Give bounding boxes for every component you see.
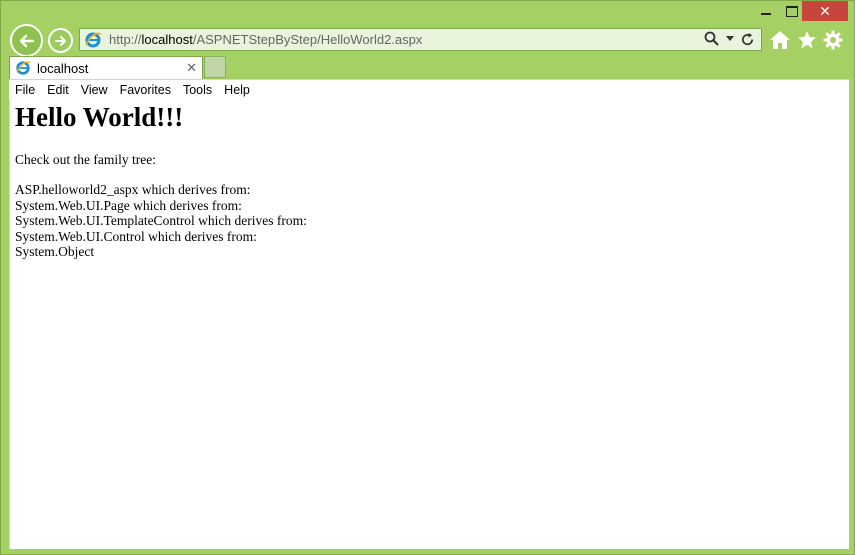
tab-ie-logo-icon bbox=[16, 61, 31, 75]
ie-logo-icon bbox=[85, 32, 102, 47]
star-icon[interactable] bbox=[797, 30, 817, 50]
menu-bar: File Edit View Favorites Tools Help bbox=[9, 79, 849, 101]
close-tab-icon[interactable]: ✕ bbox=[186, 60, 197, 76]
search-icon[interactable] bbox=[704, 31, 720, 47]
menu-view[interactable]: View bbox=[75, 83, 114, 97]
tree-line: System.Web.UI.TemplateControl which deri… bbox=[15, 213, 307, 228]
tab-title: localhost bbox=[37, 60, 89, 76]
menu-tools[interactable]: Tools bbox=[177, 83, 218, 97]
menu-file[interactable]: File bbox=[9, 83, 41, 97]
family-tree: ASP.helloworld2_aspx which derives from:… bbox=[15, 182, 307, 260]
refresh-icon[interactable] bbox=[740, 32, 755, 47]
home-icon[interactable] bbox=[769, 30, 791, 50]
minimize-button[interactable] bbox=[755, 1, 777, 21]
forward-arrow-icon bbox=[54, 35, 66, 46]
page-content: Hello World!!! Check out the family tree… bbox=[9, 100, 849, 549]
url-text[interactable]: http://localhost/ASPNETStepByStep/HelloW… bbox=[109, 32, 422, 47]
tree-line: System.Web.UI.Page which derives from: bbox=[15, 197, 242, 213]
chevron-down-icon[interactable] bbox=[726, 36, 734, 42]
close-window-button[interactable]: ✕ bbox=[802, 1, 848, 21]
tree-line: ASP.helloworld2_aspx which derives from: bbox=[15, 182, 251, 197]
url-path: /ASPNETStepByStep/HelloWorld2.aspx bbox=[192, 32, 423, 47]
menu-favorites[interactable]: Favorites bbox=[114, 83, 177, 97]
forward-button[interactable] bbox=[48, 28, 73, 53]
gear-icon[interactable] bbox=[823, 30, 843, 50]
intro-text: Check out the family tree: bbox=[15, 152, 156, 167]
back-button[interactable] bbox=[10, 24, 43, 57]
url-prefix: http:// bbox=[109, 32, 142, 47]
page-heading: Hello World!!! bbox=[15, 102, 184, 132]
tree-line: System.Object bbox=[15, 244, 95, 259]
url-host: localhost bbox=[141, 32, 193, 47]
tab-localhost[interactable]: localhost ✕ bbox=[9, 56, 203, 79]
back-arrow-icon bbox=[19, 34, 34, 47]
browser-window: ✕ http://localhost/ASPNETStepByStep/Hell… bbox=[0, 0, 855, 555]
menu-help[interactable]: Help bbox=[218, 83, 256, 97]
menu-edit[interactable]: Edit bbox=[41, 83, 75, 97]
address-bar[interactable]: http://localhost/ASPNETStepByStep/HelloW… bbox=[79, 28, 762, 51]
tree-line: System.Web.UI.Control which derives from… bbox=[15, 228, 257, 244]
maximize-button[interactable] bbox=[781, 1, 803, 21]
new-tab-button[interactable] bbox=[204, 56, 226, 78]
